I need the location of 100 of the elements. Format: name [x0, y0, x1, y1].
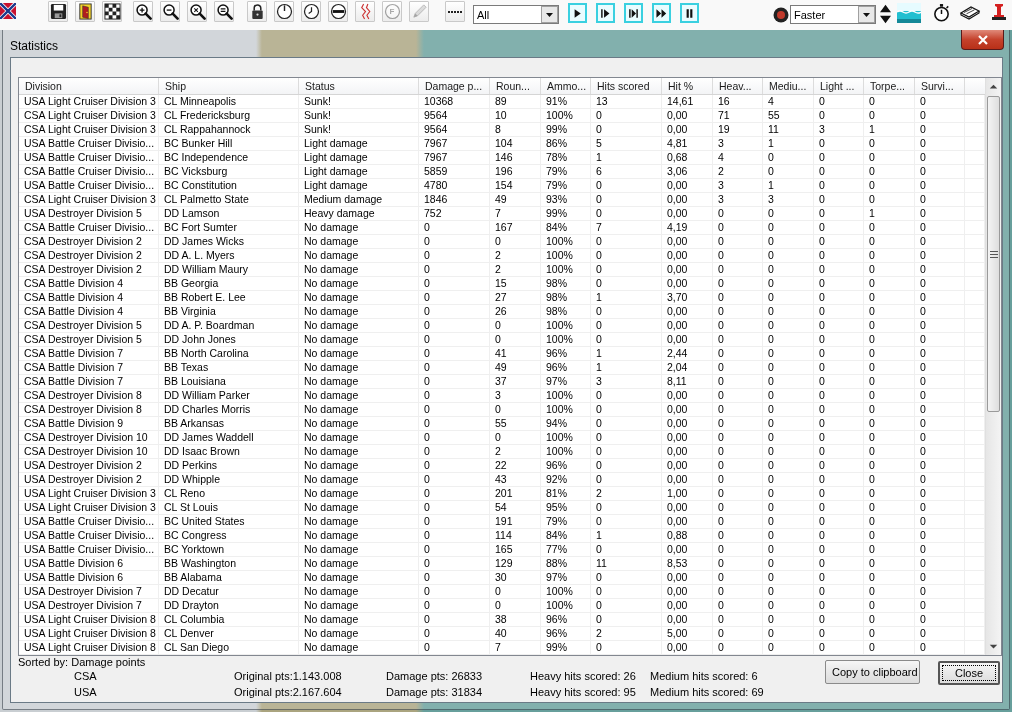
column-header[interactable]: Torpe...	[864, 78, 915, 94]
table-cell: CSA Battle Division 4	[19, 291, 159, 305]
close-dialog-button[interactable]: Close	[938, 661, 1000, 685]
table-cell: 0	[713, 557, 763, 571]
table-cell: No damage	[299, 585, 419, 599]
table-cell: USA Light Cruiser Division 8	[19, 613, 159, 627]
exit-button[interactable]	[75, 1, 95, 22]
table-cell: 0	[419, 487, 490, 501]
step-button[interactable]	[624, 3, 643, 23]
table-cell: 0,00	[662, 249, 713, 263]
zoom-button[interactable]	[214, 1, 234, 22]
table-cell: 0	[591, 403, 662, 417]
table-cell: BC Independence	[159, 151, 299, 165]
table-cell: 0	[763, 333, 814, 347]
sea-icon[interactable]	[897, 2, 921, 24]
table-cell: USA Battle Division 6	[19, 571, 159, 585]
table-cell: 94%	[541, 417, 591, 431]
figure-icon[interactable]	[989, 2, 1009, 22]
column-header[interactable]: Division	[19, 78, 159, 94]
table-cell: 0	[864, 515, 915, 529]
table-cell: USA Battle Cruiser Divisio...	[19, 179, 159, 193]
table-cell: 0	[915, 305, 965, 319]
column-header[interactable]: Damage p...	[419, 78, 490, 94]
table-cell: 96%	[541, 459, 591, 473]
speed-dropdown[interactable]: Faster	[790, 5, 876, 24]
table-cell: 0,00	[662, 571, 713, 585]
table-cell: 0	[814, 473, 864, 487]
table-cell: 0	[915, 361, 965, 375]
table-cell: 0	[490, 319, 541, 333]
column-header[interactable]: Ammo...	[541, 78, 591, 94]
table-cell: 0	[864, 263, 915, 277]
fast-forward-button[interactable]	[652, 3, 671, 23]
line-button[interactable]	[355, 1, 375, 22]
table-cell: 0	[814, 585, 864, 599]
table-cell: 3	[713, 179, 763, 193]
zoom-button[interactable]	[187, 1, 207, 22]
record-icon[interactable]	[773, 7, 789, 23]
play-button[interactable]	[568, 3, 587, 23]
table-cell: 0	[864, 641, 915, 655]
pattern-button[interactable]	[102, 1, 122, 22]
damage-points: Damage pts: 31834	[386, 685, 483, 700]
table-cell: CSA Battle Division 7	[19, 361, 159, 375]
scrollbar-thumb[interactable]	[987, 96, 1000, 412]
table-cell: CSA Destroyer Division 5	[19, 319, 159, 333]
table-cell: 26	[490, 305, 541, 319]
column-header[interactable]: Mediu...	[763, 78, 814, 94]
table-cell: 0,00	[662, 305, 713, 319]
table-cell: DD Decatur	[159, 585, 299, 599]
zoom-out-button[interactable]	[160, 1, 180, 22]
table-cell: 55	[763, 109, 814, 123]
table-cell: 0	[419, 529, 490, 543]
copy-button[interactable]: Copy to clipboard	[825, 660, 920, 684]
table-cell: No damage	[299, 445, 419, 459]
table-cell: USA Light Cruiser Division 8	[19, 641, 159, 655]
dots-button[interactable]	[445, 1, 465, 22]
step-button[interactable]	[596, 3, 615, 23]
table-cell: 8	[490, 123, 541, 137]
vertical-scrollbar[interactable]	[985, 78, 1001, 655]
up-down-arrows-icon[interactable]	[879, 3, 892, 25]
table-cell: 0	[864, 473, 915, 487]
column-header[interactable]: Status	[299, 78, 419, 94]
zoom-in-button[interactable]	[133, 1, 153, 22]
table-cell: 0,00	[662, 417, 713, 431]
table-cell: 0,00	[662, 109, 713, 123]
lock-button[interactable]	[247, 1, 267, 22]
table-cell: 100%	[541, 403, 591, 417]
table-cell: DD Charles Morris	[159, 403, 299, 417]
ship-filter-dropdown[interactable]: All	[473, 5, 559, 24]
dial-button[interactable]	[274, 1, 294, 22]
table-cell: DD William Parker	[159, 389, 299, 403]
column-header[interactable]: Light ...	[814, 78, 864, 94]
table-cell: USA Light Cruiser Division 8	[19, 627, 159, 641]
column-header[interactable]: Roun...	[490, 78, 541, 94]
table-cell: 0	[713, 571, 763, 585]
table-cell: 0,00	[662, 613, 713, 627]
table-cell: 752	[419, 207, 490, 221]
minus-button[interactable]	[328, 1, 348, 22]
table-cell: CL Columbia	[159, 613, 299, 627]
table-cell: 0	[763, 305, 814, 319]
close-button[interactable]	[961, 30, 1004, 50]
table-cell: 0	[864, 445, 915, 459]
column-header[interactable]: Hit %	[662, 78, 713, 94]
table-cell: 0,88	[662, 529, 713, 543]
save-button[interactable]	[48, 1, 68, 22]
column-header[interactable]: Heav...	[713, 78, 763, 94]
stopwatch-icon[interactable]	[932, 3, 951, 22]
table-cell: 0	[915, 487, 965, 501]
clock-button[interactable]	[301, 1, 321, 22]
table-cell: 0	[419, 305, 490, 319]
table-cell: 0	[864, 347, 915, 361]
table-cell: 9564	[419, 123, 490, 137]
column-header[interactable]: Ship	[159, 78, 299, 94]
table-cell: USA Battle Cruiser Divisio...	[19, 151, 159, 165]
column-header[interactable]: Hits scored	[591, 78, 662, 94]
pause-button[interactable]	[680, 3, 699, 23]
table-cell: 0	[814, 543, 864, 557]
table-cell: 0	[713, 473, 763, 487]
table-cell: 0	[864, 543, 915, 557]
caret-icon	[858, 6, 875, 23]
column-header[interactable]: Survi...	[915, 78, 965, 94]
